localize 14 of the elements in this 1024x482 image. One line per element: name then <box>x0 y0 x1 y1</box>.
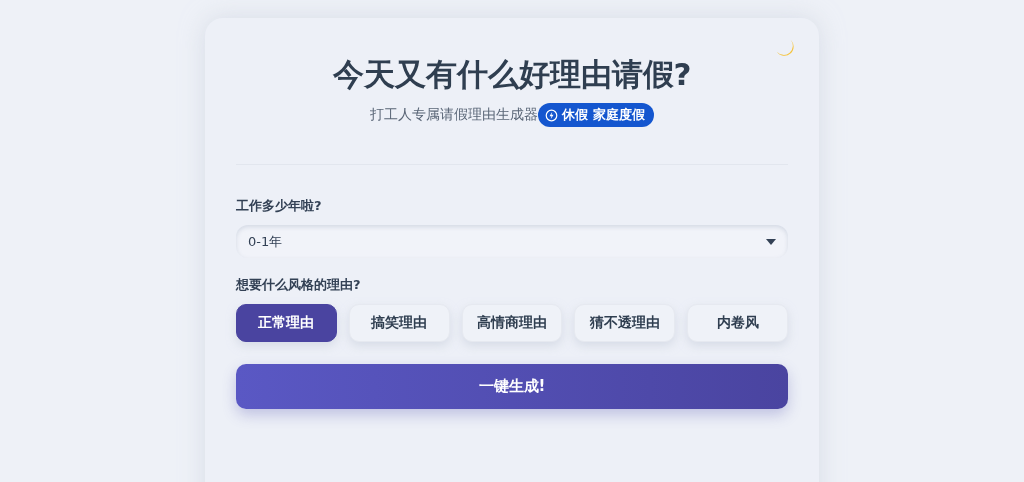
badge-text: 休假 家庭度假 <box>562 106 645 124</box>
style-option-button[interactable]: 高情商理由 <box>461 304 563 342</box>
years-dropdown[interactable]: 0-1年 <box>236 225 788 258</box>
caret-icon <box>766 238 776 245</box>
subtitle: 打工人专属请假理由生成器 <box>370 106 539 124</box>
style-option-button[interactable]: 内卷风 <box>687 304 788 342</box>
field-label: 工作多少年啦? <box>236 197 323 215</box>
style-option-button[interactable]: 正常理由 <box>236 304 337 342</box>
style-option-button[interactable]: 猜不透理由 <box>574 304 676 342</box>
style-option-button[interactable]: 搞笑理由 <box>348 304 450 342</box>
lightning-icon <box>545 108 559 122</box>
field-label: 想要什么风格的理由? <box>236 276 362 294</box>
generate-button[interactable]: 一键生成! <box>236 364 788 409</box>
page-title: 今天又有什么好理由请假? <box>331 55 693 94</box>
